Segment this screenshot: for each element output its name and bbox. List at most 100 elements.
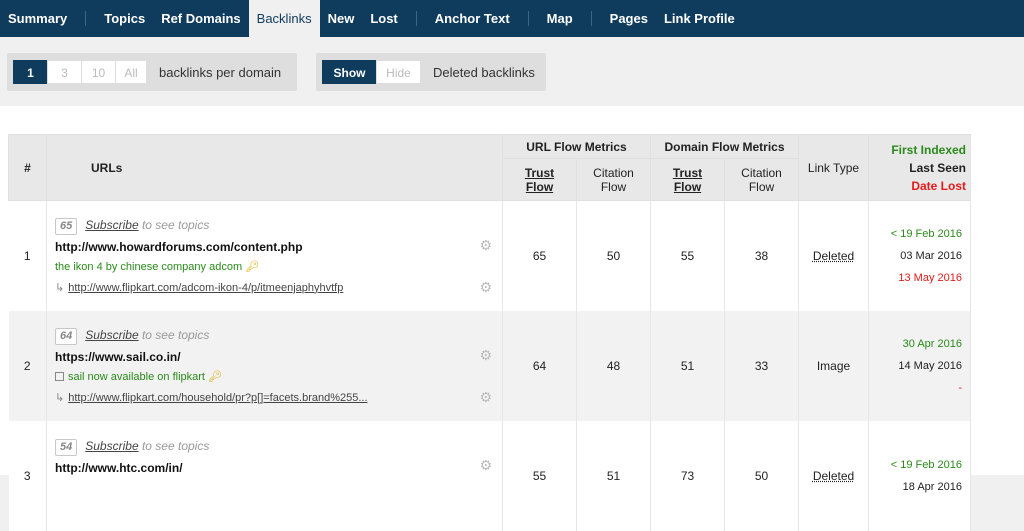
anchor-text (55, 481, 502, 493)
tab-topics[interactable]: Topics (96, 0, 153, 37)
subscribe-link[interactable]: Subscribe (85, 439, 138, 453)
subscribe-hint: to see topics (141, 438, 210, 453)
key-icon: 🔑︎ (245, 260, 260, 273)
col-urls[interactable]: URLs (46, 134, 503, 201)
redirect-arrow-icon: ↳ (55, 391, 65, 404)
tab-pages[interactable]: Pages (602, 0, 656, 37)
table-row: 1 65 Subscribe to see topics http://www.h… (8, 200, 971, 311)
nav-divider (527, 11, 529, 26)
deleted-toggle: Show Hide (322, 60, 421, 84)
dates-cell: < 19 Feb 2016 18 Apr 2016 (868, 420, 971, 531)
col-url-trust-flow[interactable]: Trust Flow (502, 158, 577, 201)
first-indexed: < 19 Feb 2016 (890, 458, 962, 471)
topic-score-badge: 65 (55, 217, 78, 235)
tab-new[interactable]: New (320, 0, 363, 37)
url-cell: 64 Subscribe to see topics https://www.sa… (46, 310, 503, 421)
link-type: Image (798, 310, 869, 421)
col-domain-trust-flow[interactable]: Trust Flow (650, 158, 725, 201)
top-nav: Summary Topics Ref Domains Backlinks New… (0, 0, 1024, 37)
first-indexed: < 19 Feb 2016 (890, 227, 962, 240)
image-icon (55, 371, 64, 381)
domain-citation-flow: 38 (724, 200, 799, 311)
col-dates: First Indexed Last Seen Date Lost (868, 134, 971, 201)
date-lost-header[interactable]: Date Lost (869, 177, 966, 195)
gear-icon[interactable]: ⚙ (479, 347, 492, 364)
col-url-citation-flow[interactable]: Citation Flow (576, 158, 651, 201)
link-type-label[interactable]: Deleted (813, 469, 854, 483)
domain-trust-flow: 73 (650, 420, 725, 531)
last-seen: 14 May 2016 (898, 359, 962, 372)
table-row: 3 54 Subscribe to see topics http://www.h… (8, 420, 971, 531)
tab-ref-domains[interactable]: Ref Domains (153, 0, 248, 37)
per-domain-10-button[interactable]: 10 (81, 60, 116, 84)
hide-deleted-button[interactable]: Hide (376, 60, 421, 84)
col-number: # (8, 134, 47, 201)
gear-icon[interactable]: ⚙ (479, 457, 492, 474)
last-seen: 18 Apr 2016 (902, 480, 962, 493)
gear-icon[interactable]: ⚙ (479, 279, 492, 296)
subscribe-link[interactable]: Subscribe (85, 218, 138, 232)
link-type-label: Image (816, 358, 851, 373)
redirect-arrow-icon: ↳ (55, 281, 65, 294)
date-lost: 13 May 2016 (898, 271, 962, 284)
link-type: Deleted (798, 200, 869, 311)
target-url[interactable]: http://www.flipkart.com/adcom-ikon-4/p/i… (68, 282, 343, 294)
last-seen: 03 Mar 2016 (900, 249, 962, 262)
domain-trust-flow: 51 (650, 310, 725, 421)
anchor-label: the ikon 4 by chinese company adcom (55, 260, 243, 273)
backlinks-table: # URLs URL Flow Metrics Domain Flow Metr… (8, 134, 971, 531)
table-row: 2 64 Subscribe to see topics https://www.… (8, 310, 971, 421)
anchor-text: the ikon 4 by chinese company adcom 🔑︎ (55, 260, 502, 273)
target-url[interactable]: http://www.flipkart.com/household/pr?p[]… (68, 392, 367, 404)
per-domain-1-button[interactable]: 1 (13, 60, 48, 84)
per-domain-control: 1 3 10 All backlinks per domain (7, 53, 297, 91)
domain-trust-flow: 55 (650, 200, 725, 311)
col-domain-citation-flow[interactable]: Citation Flow (724, 158, 799, 201)
target-url-line: ↳ http://www.flipkart.com/adcom-ikon-4/p/… (55, 281, 502, 294)
anchor-text: sail now available on flipkart 🔑︎ (55, 370, 502, 383)
col-url-flow-metrics: URL Flow Metrics (502, 134, 651, 159)
anchor-label: sail now available on flipkart (68, 370, 205, 383)
col-domain-flow-metrics: Domain Flow Metrics (650, 134, 799, 159)
per-domain-toggle: 1 3 10 All (13, 60, 147, 84)
deleted-label: Deleted backlinks (433, 64, 535, 80)
url-citation-flow: 51 (576, 420, 651, 531)
dates-cell: 30 Apr 2016 14 May 2016 - (868, 310, 971, 421)
key-icon: 🔑︎ (208, 370, 222, 383)
tab-lost[interactable]: Lost (362, 0, 405, 37)
source-url[interactable]: http://www.htc.com/in/ (55, 461, 502, 475)
per-domain-label: backlinks per domain (159, 64, 282, 80)
first-indexed-header[interactable]: First Indexed (869, 141, 966, 159)
target-url-line: ↳ http://www.flipkart.com/household/pr?p[… (55, 391, 502, 404)
source-url[interactable]: http://www.howardforums.com/content.php (55, 240, 502, 254)
gear-icon[interactable]: ⚙ (479, 389, 492, 406)
tab-anchor-text[interactable]: Anchor Text (427, 0, 518, 37)
row-number: 3 (8, 420, 47, 531)
topic-score-badge: 54 (55, 438, 78, 456)
tab-summary[interactable]: Summary (0, 0, 75, 37)
topic-score-badge: 64 (55, 327, 78, 345)
url-cell: 65 Subscribe to see topics http://www.how… (46, 200, 503, 311)
tab-backlinks[interactable]: Backlinks (248, 0, 320, 37)
per-domain-3-button[interactable]: 3 (47, 60, 82, 84)
gear-icon[interactable]: ⚙ (479, 237, 492, 254)
subscribe-link[interactable]: Subscribe (85, 328, 138, 342)
tab-map[interactable]: Map (539, 0, 581, 37)
backlinks-panel: # URLs URL Flow Metrics Domain Flow Metr… (0, 106, 1024, 531)
nav-divider (85, 11, 87, 26)
url-trust-flow: 64 (502, 310, 577, 421)
col-link-type: Link Type (798, 134, 869, 201)
url-citation-flow: 48 (576, 310, 651, 421)
domain-citation-flow: 33 (724, 310, 799, 421)
deleted-backlinks-control: Show Hide Deleted backlinks (316, 53, 546, 91)
show-deleted-button[interactable]: Show (322, 60, 377, 84)
source-url[interactable]: https://www.sail.co.in/ (55, 350, 502, 364)
date-lost: - (958, 381, 962, 394)
last-seen-header[interactable]: Last Seen (869, 159, 966, 177)
subscribe-hint: to see topics (141, 327, 210, 342)
dates-cell: < 19 Feb 2016 03 Mar 2016 13 May 2016 (868, 200, 971, 311)
tab-link-profile[interactable]: Link Profile (656, 0, 743, 37)
per-domain-all-button[interactable]: All (115, 60, 147, 84)
domain-citation-flow: 50 (724, 420, 799, 531)
link-type-label[interactable]: Deleted (813, 249, 854, 263)
